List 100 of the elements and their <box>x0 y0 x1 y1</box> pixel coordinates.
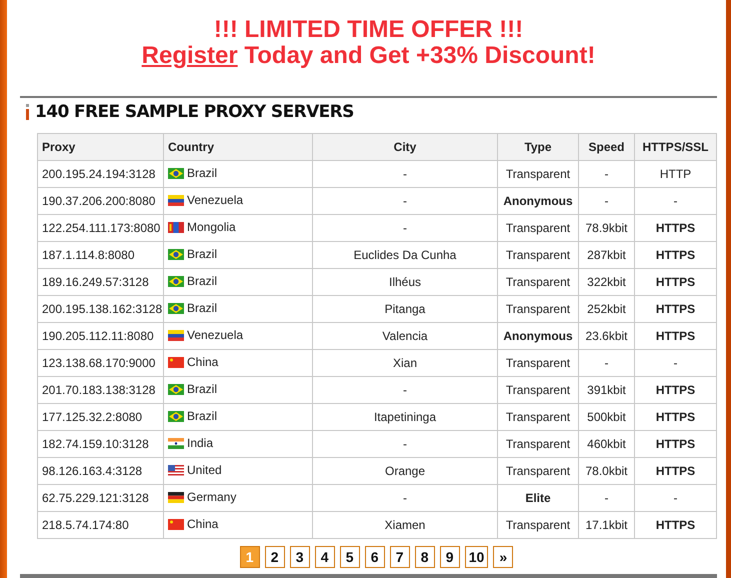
flag-icon <box>168 464 184 476</box>
table-cell: Transparent <box>498 242 578 268</box>
table-cell: Transparent <box>498 214 578 242</box>
country-name: United <box>187 463 222 478</box>
table-cell: - <box>312 214 498 242</box>
page-button[interactable]: 8 <box>414 546 435 568</box>
table-cell: Xiamen <box>312 512 498 538</box>
offer-headline: !!! LIMITED TIME OFFER !!! <box>212 17 524 43</box>
table-cell: - <box>578 484 634 512</box>
table-cell: Anonymous <box>498 322 578 350</box>
table-cell: Euclides Da Cunha <box>312 242 498 268</box>
table-cell: 177.125.32.2:8080 <box>38 404 164 430</box>
table-cell: HTTPS <box>634 404 716 430</box>
table-cell: 201.70.183.138:3128 <box>38 376 164 404</box>
page-button[interactable]: 7 <box>390 546 410 568</box>
table-cell: HTTPS <box>634 242 716 268</box>
table-cell: 17.1kbit <box>578 512 634 538</box>
column-header: Speed <box>578 134 634 160</box>
register-link[interactable]: Register <box>142 42 238 69</box>
table-cell: 190.37.206.200:8080 <box>38 188 164 214</box>
page-button[interactable]: 9 <box>440 546 460 568</box>
table-cell: HTTPS <box>634 214 716 242</box>
table-cell: - <box>312 160 498 188</box>
table-cell: Orange <box>312 458 498 484</box>
table-cell: 252kbit <box>578 296 634 322</box>
table-cell: Elite <box>498 484 578 512</box>
table-cell: Transparent <box>498 350 578 376</box>
table-cell: - <box>634 188 716 214</box>
table-cell: - <box>312 484 498 512</box>
table-cell: Transparent <box>498 404 578 430</box>
table-cell: Transparent <box>498 160 578 188</box>
column-header: Proxy <box>38 134 164 160</box>
table-cell: HTTP <box>634 160 716 188</box>
table-cell: 78.0kbit <box>578 458 634 484</box>
table-cell: - <box>312 376 498 404</box>
table-cell: - <box>578 350 634 376</box>
page-button[interactable]: 3 <box>290 546 310 568</box>
table-cell: HTTPS <box>634 296 716 322</box>
country-name: Venezuela <box>187 328 244 342</box>
table-cell: Anonymous <box>498 188 578 214</box>
table-cell: 62.75.229.121:3128 <box>38 484 164 512</box>
page-button[interactable]: 10 <box>464 546 488 568</box>
table-cell: - <box>634 350 716 376</box>
country-name: Brazil <box>187 247 218 262</box>
page-button[interactable]: 6 <box>364 546 385 568</box>
column-header: Country <box>164 134 312 160</box>
table-cell: - <box>578 188 634 214</box>
table-cell: Transparent <box>498 458 578 484</box>
country-name: Brazil <box>187 166 218 180</box>
country-name: Brazil <box>187 382 218 396</box>
section-title: 140 FREE SAMPLE PROXY SERVERS <box>35 102 354 122</box>
table-cell: HTTPS <box>634 376 716 404</box>
table-cell: 123.138.68.170:9000 <box>38 350 164 376</box>
page-button[interactable]: » <box>493 546 514 568</box>
table-cell: 200.195.24.194:3128 <box>38 160 164 188</box>
flag-icon <box>168 302 184 314</box>
table-cell: Transparent <box>498 296 578 322</box>
table-cell: - <box>312 430 498 458</box>
table-cell: HTTPS <box>634 430 716 458</box>
table-cell: 189.16.249.57:3128 <box>38 268 164 296</box>
table-cell: 200.195.138.162:3128 <box>38 296 164 322</box>
table-cell: HTTPS <box>634 322 716 350</box>
flag-icon <box>168 438 184 449</box>
table-cell: 187.1.114.8:8080 <box>38 242 164 268</box>
country-name: India <box>187 436 214 450</box>
table-cell: 218.5.74.174:80 <box>38 512 164 538</box>
table-cell: - <box>634 484 716 512</box>
table-cell: Pitanga <box>312 296 498 322</box>
page-button[interactable]: 2 <box>264 546 285 568</box>
table-cell: 460kbit <box>578 430 634 458</box>
flag-icon <box>168 222 184 233</box>
column-header: City <box>312 134 498 160</box>
table-cell: 287kbit <box>578 242 634 268</box>
table-cell: 23.6kbit <box>578 322 634 350</box>
country-name: China <box>187 355 218 370</box>
table-cell: Transparent <box>498 376 578 404</box>
table-cell: 322kbit <box>578 268 634 296</box>
table-cell: Transparent <box>498 512 578 538</box>
table-cell: 391kbit <box>578 376 634 404</box>
flag-icon <box>168 194 184 206</box>
country-name: Brazil <box>187 274 218 288</box>
country-name: Brazil <box>187 301 218 316</box>
table-cell: 190.205.112.11:8080 <box>38 322 164 350</box>
table-cell: Itapetininga <box>312 404 498 430</box>
table-cell: - <box>578 160 634 188</box>
table-cell: 78.9kbit <box>578 214 634 242</box>
flag-icon <box>168 492 184 503</box>
country-name: Mongolia <box>187 220 236 234</box>
marker-icon <box>26 104 29 120</box>
column-header: Type <box>498 134 578 160</box>
page-button[interactable]: 5 <box>340 546 360 568</box>
table-cell: HTTPS <box>634 268 716 296</box>
page-button[interactable]: 4 <box>314 546 335 568</box>
flag-icon <box>168 384 184 395</box>
flag-icon <box>168 356 184 368</box>
table-cell: 500kbit <box>578 404 634 430</box>
table-cell: 182.74.159.10:3128 <box>38 430 164 458</box>
flag-icon <box>168 276 184 287</box>
table-cell: Transparent <box>498 268 578 296</box>
table-cell: Xian <box>312 350 498 376</box>
